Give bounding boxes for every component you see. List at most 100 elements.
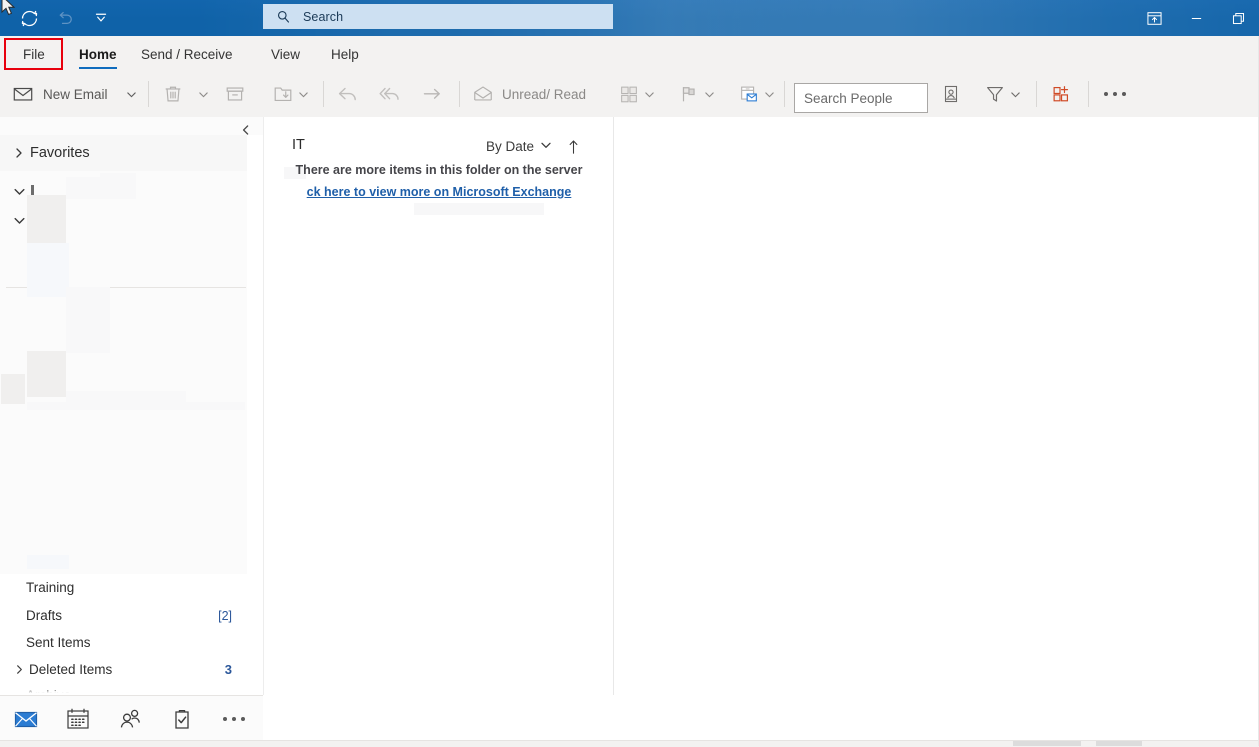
ribbon-separator <box>459 81 460 107</box>
search-people-input[interactable]: Search People <box>794 83 928 113</box>
folder-label: Deleted Items <box>29 662 113 677</box>
move-to-folder-button[interactable] <box>272 72 294 116</box>
reply-icon <box>336 82 360 106</box>
reply-all-icon <box>378 82 402 106</box>
sort-by-button[interactable]: By Date <box>486 139 552 154</box>
ribbon-separator <box>323 81 324 107</box>
filter-funnel-icon <box>984 83 1006 105</box>
envelope-icon <box>12 83 34 105</box>
customize-quick-access-toolbar-icon[interactable] <box>84 3 118 33</box>
tab-home[interactable]: Home <box>70 36 126 72</box>
favorites-header[interactable]: Favorites <box>0 135 247 171</box>
quick-steps-button[interactable] <box>618 72 640 116</box>
ribbon-separator <box>1088 81 1089 107</box>
folder-count: [2] <box>218 608 232 623</box>
nav-mail-button[interactable] <box>0 697 52 741</box>
archive-button[interactable] <box>224 72 246 116</box>
ribbon-command-bar: New Email Unread/ Read Search People <box>0 72 1259 118</box>
new-email-button[interactable]: New Email <box>12 72 108 116</box>
rules-mail-icon <box>738 83 760 105</box>
nav-calendar-button[interactable] <box>52 697 104 741</box>
chevron-down-icon <box>296 72 310 116</box>
ellipsis-icon <box>223 716 245 721</box>
sort-by-label: By Date <box>485 139 534 154</box>
rules-button[interactable] <box>738 72 760 116</box>
window-controls <box>1133 0 1259 36</box>
folder-list: Training Drafts [2] Sent Items Deleted I… <box>0 574 263 695</box>
ribbon-display-options-icon[interactable] <box>1133 0 1175 36</box>
chevron-down-icon <box>1008 72 1022 116</box>
new-email-label: New Email <box>43 86 108 102</box>
quick-access-toolbar <box>12 0 118 36</box>
ribbon-tab-strip: File Home Send / Receive View Help <box>0 36 1259 72</box>
follow-up-button[interactable] <box>678 72 700 116</box>
unread-read-label: Unread/ Read <box>502 86 587 102</box>
sort-direction-button[interactable] <box>564 137 582 157</box>
quick-steps-grid-icon <box>618 83 640 105</box>
address-book-button[interactable] <box>940 72 962 116</box>
redacted-block <box>27 351 66 397</box>
unread-read-button[interactable]: Unread/ Read <box>472 72 586 116</box>
chevron-down-icon <box>196 72 210 116</box>
folder-label: Training <box>26 580 75 595</box>
address-book-icon <box>940 83 962 105</box>
file-tab-highlight-box <box>4 38 63 70</box>
tab-view[interactable]: View <box>262 36 309 72</box>
search-icon <box>273 9 293 25</box>
folder-pane: Favorites Training Drafts [2] Sent Items… <box>0 117 263 695</box>
rules-dropdown[interactable] <box>762 72 776 116</box>
more-items-notice: There are more items in this folder on t… <box>295 163 583 177</box>
folder-item-sent-items[interactable]: Sent Items <box>0 629 263 656</box>
nav-people-button[interactable] <box>104 697 156 741</box>
search-people-placeholder: Search People <box>804 90 893 106</box>
reply-button[interactable] <box>336 72 360 116</box>
folder-label: Sent Items <box>26 635 91 650</box>
main-content-area: Favorites Training Drafts [2] Sent Items… <box>0 117 1259 695</box>
undo-icon[interactable] <box>48 3 82 33</box>
nav-tasks-button[interactable] <box>156 697 208 741</box>
get-addins-icon <box>1050 83 1072 105</box>
redacted-block <box>414 203 544 215</box>
chevron-down-icon <box>702 72 716 116</box>
delete-dropdown[interactable] <box>196 72 210 116</box>
get-addins-button[interactable] <box>1050 72 1072 116</box>
archive-icon <box>224 83 246 105</box>
forward-button[interactable] <box>420 72 444 116</box>
redacted-block <box>27 243 69 297</box>
message-list-header: IT By Date <box>264 137 614 165</box>
redacted-block <box>100 173 136 183</box>
redacted-block <box>27 555 69 569</box>
folder-item-training[interactable]: Training <box>0 575 263 602</box>
folder-item-deleted-items[interactable]: Deleted Items 3 <box>0 656 263 683</box>
move-to-folder-icon <box>272 83 294 105</box>
search-input[interactable]: Search <box>263 4 613 29</box>
chevron-down-icon <box>642 72 656 116</box>
minimize-icon[interactable] <box>1175 0 1217 36</box>
flag-icon <box>678 83 700 105</box>
folder-label: Archive <box>26 688 71 695</box>
move-dropdown[interactable] <box>296 72 310 116</box>
reply-all-button[interactable] <box>378 72 402 116</box>
new-email-dropdown[interactable] <box>124 72 138 116</box>
ribbon-separator <box>148 81 149 107</box>
filter-email-button[interactable] <box>984 72 1006 116</box>
search-placeholder-text: Search <box>303 9 344 24</box>
current-folder-name: IT <box>292 137 305 153</box>
folder-item-archive[interactable]: Archive <box>0 683 263 695</box>
restore-icon[interactable] <box>1217 0 1259 36</box>
folder-item-drafts[interactable]: Drafts [2] <box>0 602 263 629</box>
follow-up-dropdown[interactable] <box>702 72 716 116</box>
title-bar: Search <box>0 0 1259 36</box>
delete-button[interactable] <box>162 72 184 116</box>
filter-email-dropdown[interactable] <box>1008 72 1022 116</box>
chevron-right-icon[interactable] <box>12 664 26 675</box>
ribbon-overflow-button[interactable] <box>1102 72 1128 116</box>
quick-steps-dropdown[interactable] <box>642 72 656 116</box>
chevron-right-icon <box>8 147 30 159</box>
nav-more-button[interactable] <box>208 697 260 741</box>
tab-send-receive[interactable]: Send / Receive <box>132 36 242 72</box>
send-receive-all-icon[interactable] <box>12 3 46 33</box>
view-more-on-exchange-link[interactable]: ck here to view more on Microsoft Exchan… <box>264 185 614 199</box>
forward-arrow-icon <box>420 82 444 106</box>
tab-help[interactable]: Help <box>322 36 368 72</box>
